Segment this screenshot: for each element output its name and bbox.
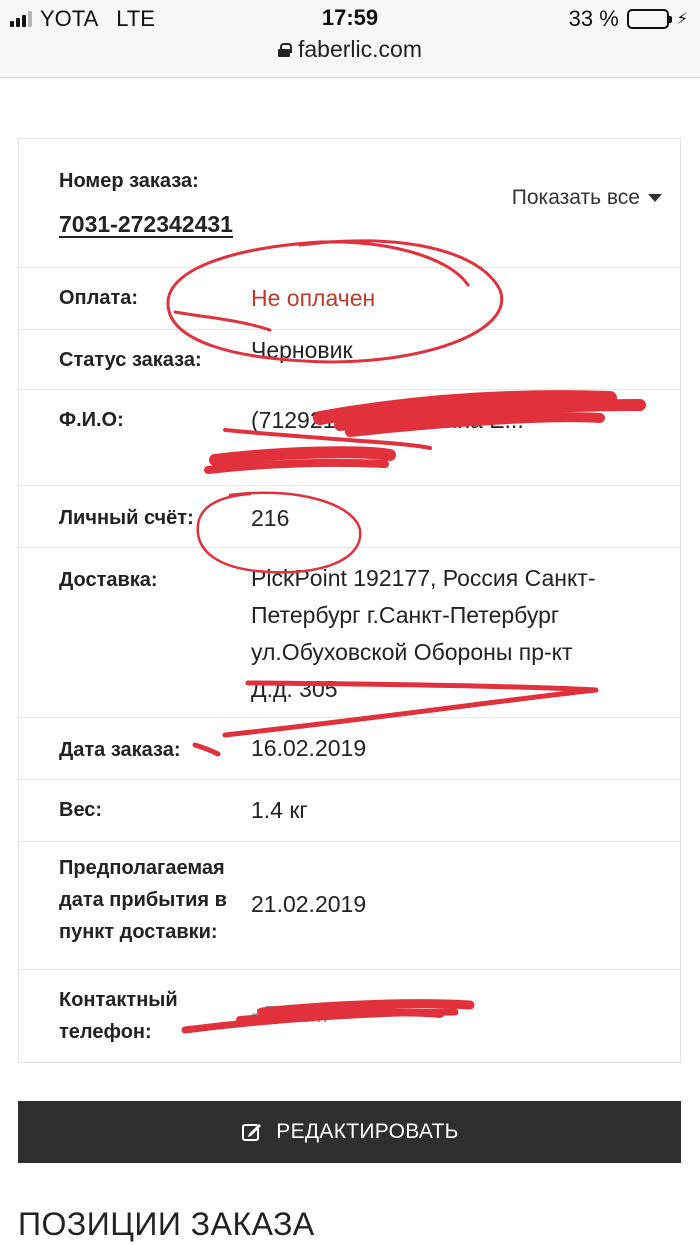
account-row: Личный счёт: 216 xyxy=(19,485,680,547)
delivery-label: Доставка: xyxy=(59,569,158,591)
order-details-card: Номер заказа: 7031-272342431 Показать вс… xyxy=(18,138,681,1063)
url-bar[interactable]: faberlic.com xyxy=(0,36,700,63)
phone-value: +7 92... xyxy=(251,1001,329,1027)
arrival-value: 21.02.2019 xyxy=(251,891,367,917)
delivery-row: Доставка: PickPoint 192177, Россия Санкт… xyxy=(19,547,680,717)
fio-row: Ф.И.О: (7129210 ... Алёнкина Е... xyxy=(19,389,680,485)
payment-value: Не оплачен xyxy=(251,285,376,311)
fio-label: Ф.И.О: xyxy=(59,409,124,431)
order-number-row: Номер заказа: 7031-272342431 Показать вс… xyxy=(19,139,680,267)
fio-value: (7129210 ... Алёнкина Е... xyxy=(251,407,524,433)
arrival-row: Предполагаемая дата прибытия в пункт дос… xyxy=(19,841,680,969)
order-number-link[interactable]: 7031-272342431 xyxy=(59,211,233,238)
battery-icon xyxy=(626,9,672,29)
order-date-label: Дата заказа: xyxy=(59,739,181,761)
lock-icon xyxy=(278,42,292,57)
order-number-label: Номер заказа: xyxy=(59,170,199,192)
weight-value: 1.4 кг xyxy=(251,797,308,823)
arrival-label: Предполагаемая дата прибытия в пункт дос… xyxy=(59,857,227,943)
charging-icon: ⚡ xyxy=(676,11,688,28)
delivery-value: PickPoint 192177, Россия Санкт-Петербург… xyxy=(251,565,596,702)
caret-down-icon xyxy=(648,194,662,202)
payment-row: Оплата: Не оплачен xyxy=(19,267,680,329)
account-value: 216 xyxy=(251,505,290,531)
edit-button-label: РЕДАКТИРОВАТЬ xyxy=(276,1120,459,1143)
edit-button[interactable]: РЕДАКТИРОВАТЬ xyxy=(18,1101,681,1163)
url-text: faberlic.com xyxy=(298,36,422,62)
weight-row: Вес: 1.4 кг xyxy=(19,779,680,841)
show-all-label: Показать все xyxy=(511,186,640,209)
order-date-row: Дата заказа: 16.02.2019 xyxy=(19,717,680,779)
order-date-value: 16.02.2019 xyxy=(251,735,367,761)
phone-row: Контактный телефон: +7 92... xyxy=(19,969,680,1063)
battery-info: 33 % ⚡ xyxy=(569,6,688,32)
edit-icon xyxy=(242,1124,262,1141)
phone-label: Контактный телефон: xyxy=(59,989,178,1043)
account-label: Личный счёт: xyxy=(59,507,194,529)
status-row: Статус заказа: Черновик xyxy=(19,329,680,389)
status-value: Черновик xyxy=(251,337,353,363)
status-label: Статус заказа: xyxy=(59,349,202,371)
show-all-toggle[interactable]: Показать все xyxy=(512,186,662,210)
status-bar: YOTA LTE 17:59 33 % ⚡ faberlic.com xyxy=(0,0,700,78)
battery-percent: 33 % xyxy=(568,6,619,31)
payment-label: Оплата: xyxy=(59,287,139,309)
order-items-heading: ПОЗИЦИИ ЗАКАЗА xyxy=(18,1206,315,1242)
weight-label: Вес: xyxy=(59,799,103,821)
